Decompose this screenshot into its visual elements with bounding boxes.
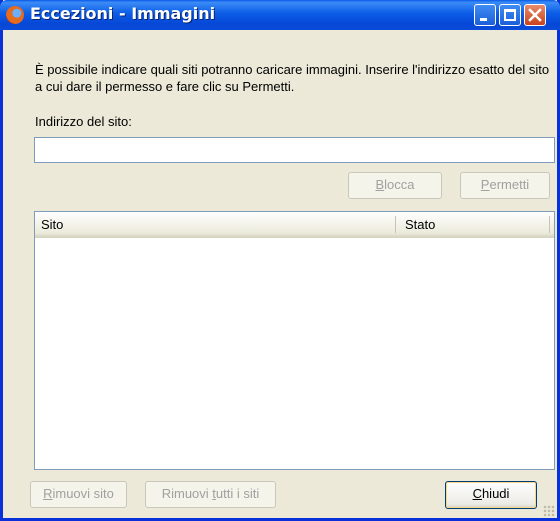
resize-grip-icon[interactable] (543, 505, 555, 517)
close-dialog-label: hiudi (481, 486, 510, 501)
close-icon (528, 8, 542, 22)
minimize-button[interactable] (474, 4, 496, 26)
column-header-status[interactable]: Stato (405, 217, 435, 232)
site-address-input[interactable] (34, 137, 555, 163)
column-header-site[interactable]: Sito (41, 217, 63, 232)
description-text: È possibile indicare quali siti potranno… (35, 62, 550, 94)
minimize-icon (480, 18, 487, 21)
list-header: Sito Stato (35, 212, 554, 238)
remove-all-label: utti i siti (215, 486, 260, 501)
block-button[interactable]: Blocca (348, 172, 442, 199)
remove-all-label-prefix: Rimuovi (161, 486, 213, 501)
maximize-button[interactable] (499, 4, 521, 26)
remove-site-label: imuovi sito (52, 486, 114, 501)
firefox-icon (6, 6, 24, 24)
close-dialog-accel: C (472, 486, 482, 501)
title-bar[interactable]: Eccezioni - Immagini (0, 0, 560, 30)
block-button-accel: B (375, 177, 385, 192)
exceptions-window: Eccezioni - Immagini È possibile indicar… (0, 0, 560, 521)
site-address-label: Indirizzo del sito: (35, 114, 132, 129)
column-divider[interactable] (549, 216, 550, 233)
block-button-label: locca (384, 177, 415, 192)
remove-site-button[interactable]: Rimuovi sito (30, 481, 127, 508)
close-button[interactable] (524, 4, 546, 26)
sites-list[interactable]: Sito Stato (34, 211, 555, 470)
column-divider[interactable] (395, 216, 396, 233)
allow-button[interactable]: Permetti (460, 172, 550, 199)
maximize-icon (504, 9, 516, 21)
remove-all-sites-button[interactable]: Rimuovi tutti i siti (145, 481, 276, 508)
close-dialog-button[interactable]: Chiudi (445, 481, 537, 509)
window-title: Eccezioni - Immagini (30, 4, 216, 23)
allow-button-label: ermetti (489, 177, 530, 192)
